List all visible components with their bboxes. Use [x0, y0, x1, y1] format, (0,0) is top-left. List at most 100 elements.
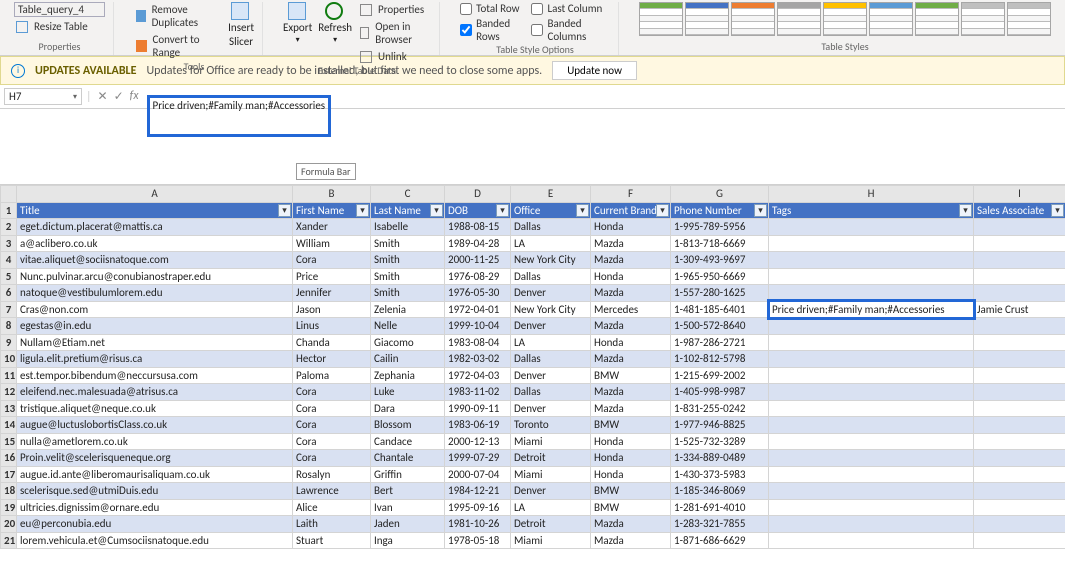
cell[interactable]: est.tempor.bibendum@neccursusa.com	[17, 367, 293, 384]
table-column-header[interactable]: Phone Number▾	[671, 202, 769, 219]
column-header[interactable]: H	[769, 186, 974, 203]
cell[interactable]: 1-977-946-8825	[671, 417, 769, 434]
cell[interactable]	[974, 235, 1065, 252]
row-header[interactable]: 5	[1, 268, 17, 285]
properties-button[interactable]: Properties	[358, 2, 431, 17]
cell[interactable]	[769, 219, 974, 236]
cell[interactable]	[974, 433, 1065, 450]
cell[interactable]: Ivan	[371, 499, 445, 516]
cell[interactable]: 1-283-321-7855	[671, 516, 769, 533]
row-header[interactable]: 20	[1, 516, 17, 533]
cell[interactable]: 1-500-572-8640	[671, 318, 769, 335]
row-header[interactable]: 10	[1, 351, 17, 368]
cell[interactable]: Lawrence	[293, 483, 371, 500]
banded-rows-checkbox[interactable]: Banded Rows	[460, 17, 525, 43]
cell[interactable]: Cras@non.com	[17, 301, 293, 318]
cell[interactable]: Price driven;#Family man;#Accessories	[769, 301, 974, 318]
column-header[interactable]: G	[671, 186, 769, 203]
filter-dropdown-icon[interactable]: ▾	[496, 204, 509, 217]
cell[interactable]: 2000-11-25	[445, 252, 511, 269]
cell[interactable]: Honda	[591, 334, 671, 351]
table-style-swatch[interactable]	[731, 2, 775, 36]
cell[interactable]: Cora	[293, 433, 371, 450]
row-header[interactable]: 2	[1, 219, 17, 236]
cell[interactable]: Nunc.pulvinar.arcu@conubianostraper.edu	[17, 268, 293, 285]
column-header[interactable]: A	[17, 186, 293, 203]
row-header[interactable]: 4	[1, 252, 17, 269]
cell[interactable]: Cora	[293, 384, 371, 401]
cell[interactable]	[974, 400, 1065, 417]
row-header[interactable]: 7	[1, 301, 17, 318]
table-column-header[interactable]: Title▾	[17, 202, 293, 219]
cell[interactable]: Detroit	[511, 450, 591, 467]
column-header[interactable]: E	[511, 186, 591, 203]
cell[interactable]: 1995-09-16	[445, 499, 511, 516]
cell[interactable]: 1988-08-15	[445, 219, 511, 236]
cell[interactable]	[769, 268, 974, 285]
cell[interactable]: Mazda	[591, 252, 671, 269]
cell[interactable]: Blossom	[371, 417, 445, 434]
row-header[interactable]: 12	[1, 384, 17, 401]
table-column-header[interactable]: Sales Associate▾	[974, 202, 1065, 219]
cell[interactable]: augue.id.ante@liberomaurisaliquam.co.uk	[17, 466, 293, 483]
cell[interactable]: Cailin	[371, 351, 445, 368]
cell[interactable]: 1-215-699-2002	[671, 367, 769, 384]
cell[interactable]	[769, 450, 974, 467]
cell[interactable]: Smith	[371, 285, 445, 302]
cell[interactable]: 1-430-373-5983	[671, 466, 769, 483]
cell[interactable]	[769, 466, 974, 483]
cell[interactable]: 1-871-686-6629	[671, 532, 769, 549]
spreadsheet-grid[interactable]: ABCDEFGHI1Title▾First Name▾Last Name▾DOB…	[0, 185, 1065, 549]
cell[interactable]: Dallas	[511, 351, 591, 368]
cell[interactable]: Nullam@Etiam.net	[17, 334, 293, 351]
cell[interactable]: Chanda	[293, 334, 371, 351]
cell[interactable]: Hector	[293, 351, 371, 368]
cell[interactable]: 1984-12-21	[445, 483, 511, 500]
cell[interactable]: Honda	[591, 219, 671, 236]
cell[interactable]: Paloma	[293, 367, 371, 384]
row-header[interactable]: 18	[1, 483, 17, 500]
row-header[interactable]: 9	[1, 334, 17, 351]
filter-dropdown-icon[interactable]: ▾	[278, 204, 291, 217]
cell[interactable]: Mazda	[591, 400, 671, 417]
banded-columns-checkbox[interactable]: Banded Columns	[531, 17, 610, 43]
last-column-checkbox[interactable]: Last Column	[531, 2, 610, 15]
cell[interactable]: tristique.aliquet@neque.co.uk	[17, 400, 293, 417]
cell[interactable]: 1-281-691-4010	[671, 499, 769, 516]
cell[interactable]: lorem.vehicula.et@Cumsociisnatoque.edu	[17, 532, 293, 549]
cell[interactable]: Jason	[293, 301, 371, 318]
row-header[interactable]: 16	[1, 450, 17, 467]
row-header[interactable]: 3	[1, 235, 17, 252]
cell[interactable]: 1-813-718-6669	[671, 235, 769, 252]
cell[interactable]	[769, 367, 974, 384]
cell[interactable]	[974, 318, 1065, 335]
cell[interactable]: LA	[511, 499, 591, 516]
cell[interactable]: a@aclibero.co.uk	[17, 235, 293, 252]
column-header[interactable]: I	[974, 186, 1065, 203]
cell[interactable]: William	[293, 235, 371, 252]
cell[interactable]: egestas@in.edu	[17, 318, 293, 335]
cell[interactable]: Mazda	[591, 384, 671, 401]
filter-dropdown-icon[interactable]: ▾	[576, 204, 589, 217]
cell[interactable]: BMW	[591, 417, 671, 434]
cell[interactable]: 1-102-812-5798	[671, 351, 769, 368]
cell[interactable]: Chantale	[371, 450, 445, 467]
cell[interactable]: Giacomo	[371, 334, 445, 351]
cell[interactable]: Jamie Crust	[974, 301, 1065, 318]
cell[interactable]: 1981-10-26	[445, 516, 511, 533]
row-header[interactable]: 21	[1, 532, 17, 549]
select-all-corner[interactable]	[1, 186, 17, 203]
cell[interactable]: Honda	[591, 450, 671, 467]
filter-dropdown-icon[interactable]: ▾	[1051, 204, 1064, 217]
cell[interactable]: Denver	[511, 400, 591, 417]
cell[interactable]: BMW	[591, 483, 671, 500]
column-header[interactable]: B	[293, 186, 371, 203]
cell[interactable]: 1983-06-19	[445, 417, 511, 434]
cell[interactable]: 1999-07-29	[445, 450, 511, 467]
cell[interactable]	[974, 252, 1065, 269]
cell[interactable]: Mazda	[591, 285, 671, 302]
cell[interactable]: eu@perconubia.edu	[17, 516, 293, 533]
cell[interactable]: Cora	[293, 400, 371, 417]
cell[interactable]	[974, 285, 1065, 302]
cell[interactable]: eleifend.nec.malesuada@atrisus.ca	[17, 384, 293, 401]
